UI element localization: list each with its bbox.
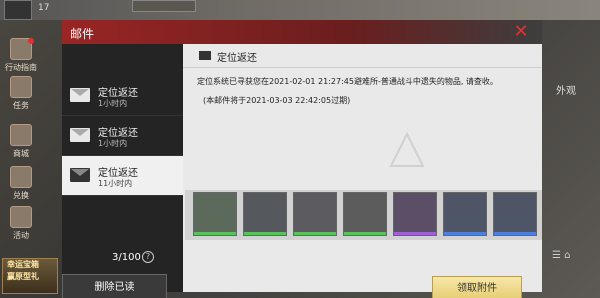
clipboard-icon: [10, 76, 32, 98]
mail-title: 邮件: [70, 27, 95, 41]
mail-item-time: 1小时内: [98, 139, 128, 148]
notification-dot: [28, 38, 34, 44]
claim-attachments-button[interactable]: 领取附件: [432, 276, 522, 298]
mail-list-item[interactable]: 定位返还 1小时内: [62, 76, 183, 116]
envelope-icon: [70, 88, 90, 102]
attachment-slot[interactable]: [493, 192, 537, 236]
open-envelope-icon: [70, 168, 90, 182]
mail-item-title: 定位返还: [98, 128, 138, 139]
mail-counter: 3/100: [112, 252, 141, 263]
attachment-slot[interactable]: [443, 192, 487, 236]
top-button[interactable]: [132, 0, 196, 12]
side-item-label: 商城: [13, 149, 29, 158]
content-title: 定位返还: [217, 53, 257, 64]
attachment-strip: [185, 190, 542, 240]
avatar[interactable]: [4, 0, 32, 20]
side-item-shop[interactable]: 商城: [2, 124, 40, 164]
envelope-icon: [199, 51, 211, 60]
side-item-label: 任务: [13, 101, 29, 110]
promo-line-2: 赢原型礼: [7, 272, 39, 281]
mail-header: 邮件 ✕: [62, 20, 542, 44]
bg-right-icons: ☰ ⌂: [552, 250, 571, 261]
side-item-tasks[interactable]: 任务: [2, 76, 40, 116]
side-item-exchange[interactable]: 兑换: [2, 166, 40, 206]
player-level: 17: [38, 3, 50, 13]
attachment-slot[interactable]: [293, 192, 337, 236]
exchange-icon: [10, 166, 32, 188]
mail-item-title: 定位返还: [98, 88, 138, 99]
attachment-slot[interactable]: [193, 192, 237, 236]
side-item-label: 行动指南: [5, 63, 37, 72]
rarity-bar: [244, 232, 286, 235]
mail-body: 定位系统已寻获您在2021-02-01 21:27:45避难所-普通战斗中遗失的…: [197, 77, 498, 86]
mail-panel: 邮件 ✕ 定位返还 1小时内 定位返还 1小时内 定位返还 11小时内 3/10…: [62, 20, 542, 298]
attachment-slot[interactable]: [343, 192, 387, 236]
appearance-label[interactable]: 外观: [556, 82, 576, 97]
promo-line-1: 幸运宝箱: [7, 260, 39, 269]
promo-banner[interactable]: 幸运宝箱 赢原型礼: [2, 258, 58, 294]
mail-list-item-selected[interactable]: 定位返还 11小时内: [62, 156, 183, 196]
mail-item-time: 1小时内: [98, 99, 128, 108]
rarity-bar: [494, 232, 536, 235]
close-button[interactable]: ✕: [512, 23, 530, 41]
content-header: 定位返还: [183, 44, 542, 68]
rarity-bar: [294, 232, 336, 235]
rarity-bar: [344, 232, 386, 235]
mail-list-item[interactable]: 定位返还 1小时内: [62, 116, 183, 156]
mail-content: 定位返还 定位系统已寻获您在2021-02-01 21:27:45避难所-普通战…: [183, 44, 542, 298]
rarity-bar: [194, 232, 236, 235]
delete-read-button[interactable]: 删除已读: [62, 274, 167, 298]
attachment-slot[interactable]: [393, 192, 437, 236]
watermark-icon: [389, 131, 425, 167]
rarity-bar: [394, 232, 436, 235]
mail-expiry: (本邮件将于2021-03-03 22:42:05过期): [203, 96, 351, 105]
shop-icon: [10, 124, 32, 146]
mail-item-title: 定位返还: [98, 168, 138, 179]
help-icon[interactable]: ?: [142, 251, 154, 263]
side-item-label: 活动: [13, 231, 29, 240]
attachment-slot[interactable]: [243, 192, 287, 236]
side-item-events[interactable]: 活动: [2, 206, 40, 246]
side-item-label: 兑换: [13, 191, 29, 200]
gift-icon: [10, 206, 32, 228]
mail-item-time: 11小时内: [98, 179, 133, 188]
rarity-bar: [444, 232, 486, 235]
mail-list: 定位返还 1小时内 定位返还 1小时内 定位返还 11小时内 3/100 ? 删…: [62, 44, 183, 298]
side-item-guide[interactable]: 行动指南: [2, 38, 40, 78]
top-bar: 17: [0, 0, 600, 20]
envelope-icon: [70, 128, 90, 142]
